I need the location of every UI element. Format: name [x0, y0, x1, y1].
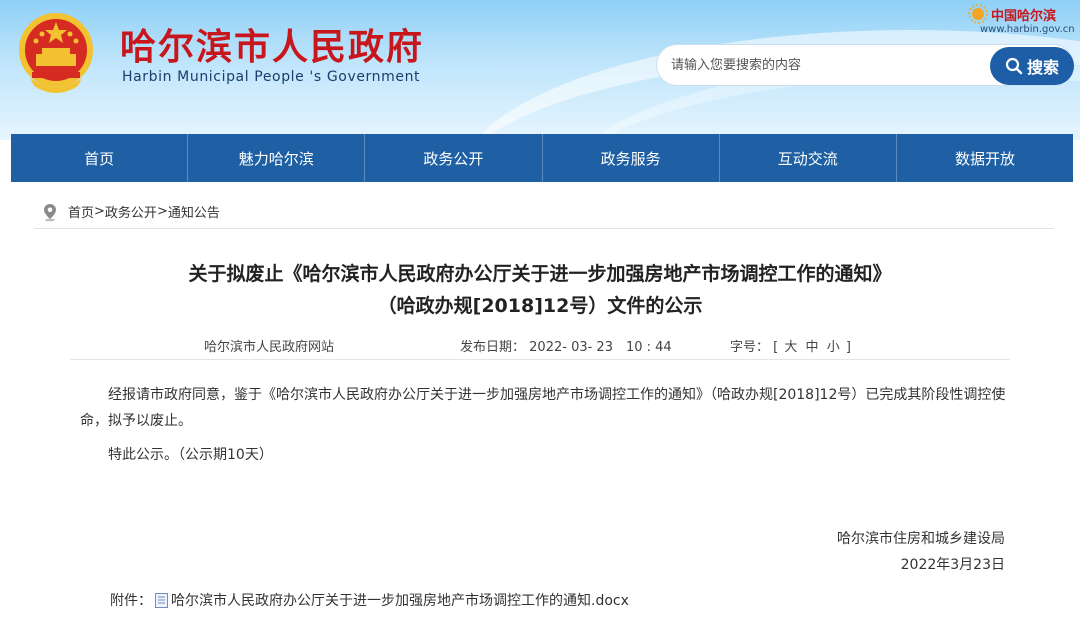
attachment-link[interactable]: 哈尔滨市人民政府办公厅关于进一步加强房地产市场调控工作的通知.docx [171, 590, 629, 610]
breadcrumb-government-affairs[interactable]: 政务公开 [105, 202, 157, 221]
breadcrumb: 首页 > 政务公开 > 通知公告 [34, 195, 1054, 229]
article-source: 哈尔滨市人民政府网站 [204, 340, 335, 355]
font-size-medium[interactable]: 中 [806, 340, 819, 355]
font-size-control: 字号： [ 大 中 小 ] [730, 336, 851, 355]
brand-text: 中国哈尔滨 [991, 8, 1057, 24]
search-box: 搜索 [656, 44, 1074, 86]
nav-item-home[interactable]: 首页 [11, 134, 189, 182]
article-signature: 哈尔滨市住房和城乡建设局 2022年3月23日 [780, 526, 1005, 578]
location-pin-icon [44, 203, 56, 221]
search-icon [1005, 57, 1023, 75]
nav-item-open-data[interactable]: 数据开放 [897, 134, 1073, 182]
article-body: 经报请市政府同意，鉴于《哈尔滨市人民政府办公厅关于进一步加强房地产市场调控工作的… [80, 382, 1010, 468]
publish-date-label: 发布日期： [460, 340, 526, 355]
attachment: 附件： 哈尔滨市人民政府办公厅关于进一步加强房地产市场调控工作的通知.docx [110, 590, 629, 610]
breadcrumb-separator: > [156, 204, 168, 219]
nav-item-interaction[interactable]: 互动交流 [720, 134, 897, 182]
breadcrumb-separator: > [94, 204, 105, 219]
national-emblem-icon [19, 13, 93, 93]
nav-item-charm-harbin[interactable]: 魅力哈尔滨 [188, 134, 366, 182]
font-size-small[interactable]: 小 [827, 340, 840, 355]
nav-item-government-affairs[interactable]: 政务公开 [365, 134, 543, 182]
search-button-label: 搜索 [1026, 58, 1059, 77]
search-input[interactable] [671, 53, 971, 77]
font-size-large[interactable]: 大 [784, 340, 797, 355]
sign-date: 2022年3月23日 [900, 557, 1005, 573]
font-size-bracket-open: [ [773, 340, 779, 355]
article-meta: 哈尔滨市人民政府网站 发布日期： 2022- 03- 23 10 : 44 字号… [70, 334, 1010, 360]
publish-date: 发布日期： 2022- 03- 23 10 : 44 [460, 336, 672, 355]
article-paragraph: 特此公示。（公示期10天） [108, 447, 273, 463]
site-title: 哈尔滨市人民政府 [120, 27, 425, 68]
article-title-line2: （哈政办规[2018]12号）文件的公示 [377, 295, 703, 317]
font-size-bracket-close: ] [845, 340, 851, 355]
search-button[interactable]: 搜索 [990, 47, 1074, 85]
font-size-label: 字号： [730, 340, 770, 355]
breadcrumb-home[interactable]: 首页 [68, 202, 94, 221]
brand-logo[interactable]: 中国哈尔滨 [968, 3, 1072, 25]
article-title-line1: 关于拟废止《哈尔滨市人民政府办公厅关于进一步加强房地产市场调控工作的通知》 [188, 263, 892, 285]
attachment-label: 附件： [110, 593, 152, 609]
brand-url[interactable]: www.harbin.gov.cn [980, 24, 1075, 35]
document-icon [155, 592, 168, 608]
signer-name: 哈尔滨市住房和城乡建设局 [837, 531, 1005, 547]
article-title: 关于拟废止《哈尔滨市人民政府办公厅关于进一步加强房地产市场调控工作的通知》 （哈… [60, 258, 1020, 322]
main-nav: 首页 魅力哈尔滨 政务公开 政务服务 互动交流 数据开放 [11, 134, 1073, 182]
nav-item-government-services[interactable]: 政务服务 [543, 134, 720, 182]
header-banner: 哈尔滨市人民政府 Harbin Municipal People 's Gove… [0, 0, 1080, 140]
site-subtitle: Harbin Municipal People 's Government [122, 69, 421, 85]
sun-logo-icon [968, 4, 988, 24]
breadcrumb-notices[interactable]: 通知公告 [168, 202, 220, 221]
publish-date-value: 2022- 03- 23 10 : 44 [529, 340, 672, 355]
article-paragraph: 经报请市政府同意，鉴于《哈尔滨市人民政府办公厅关于进一步加强房地产市场调控工作的… [80, 387, 1006, 429]
